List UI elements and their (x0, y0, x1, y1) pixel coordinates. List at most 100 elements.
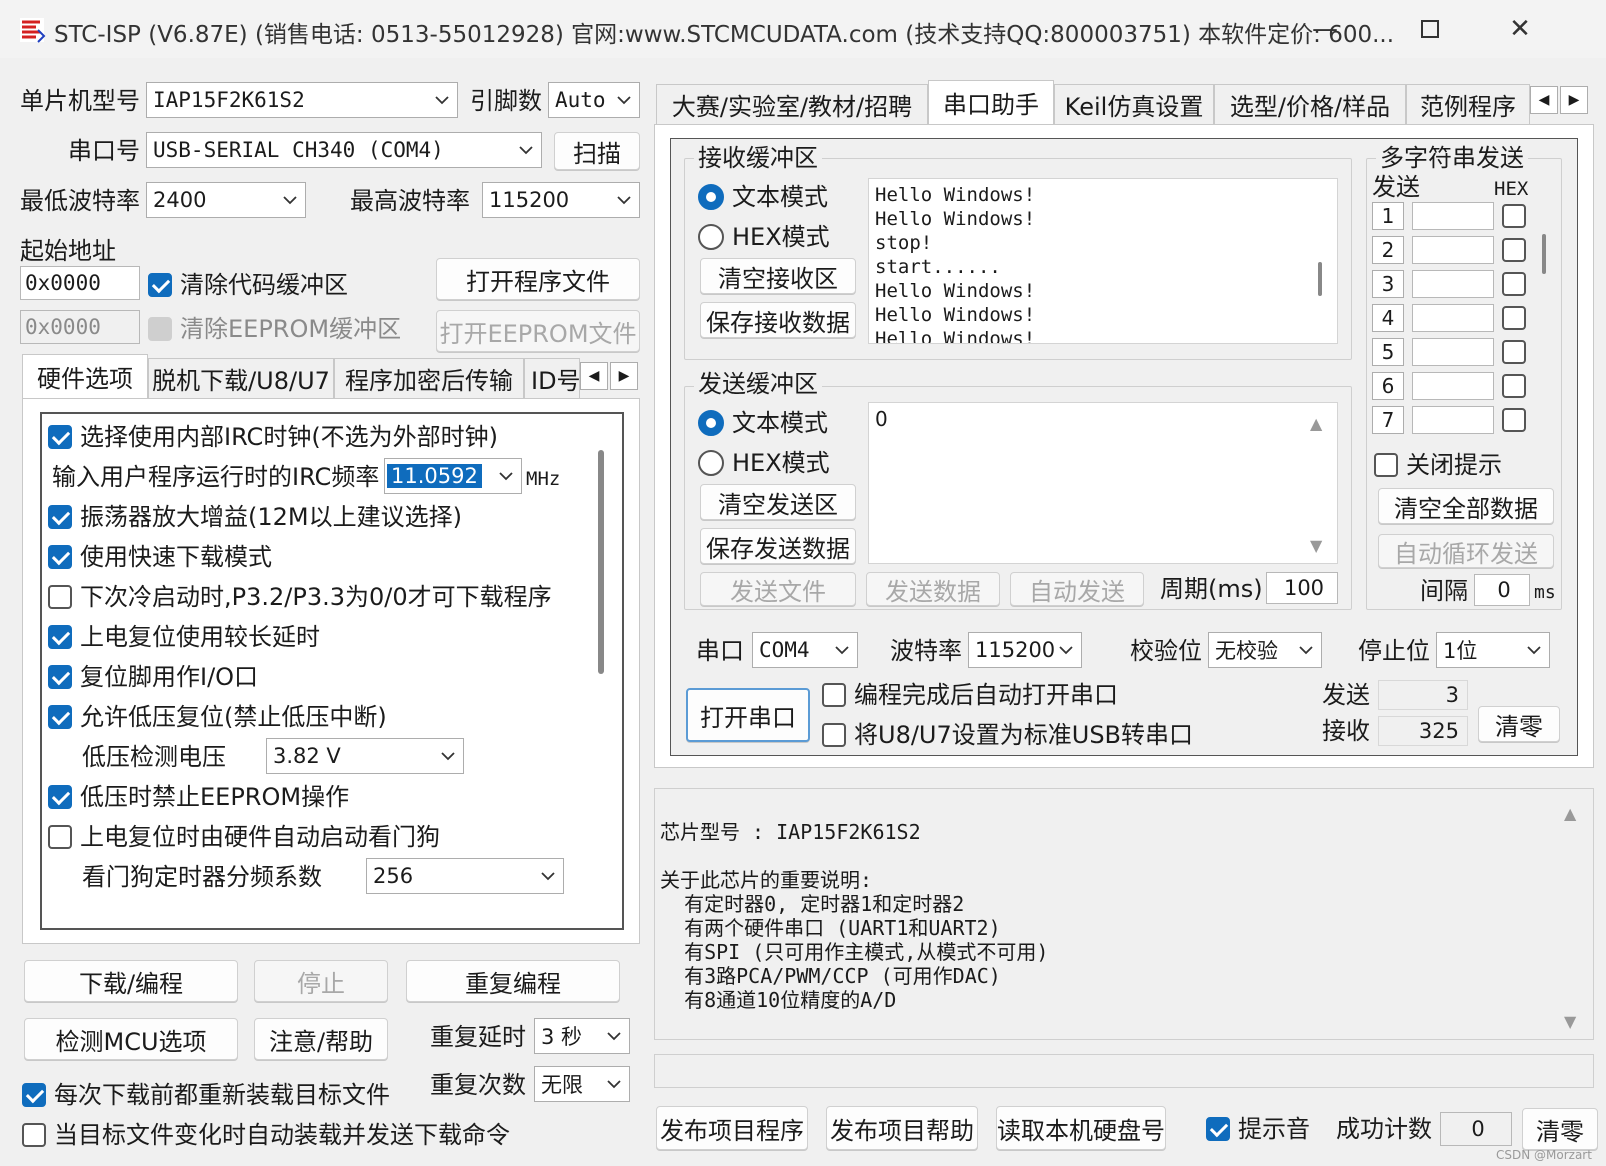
publish-help-button[interactable]: 发布项目帮助 (826, 1106, 978, 1150)
serial-baud-select[interactable]: 115200 (968, 632, 1082, 668)
multi-send-row-button[interactable]: 3 (1372, 270, 1404, 298)
opt-irc-checkbox[interactable] (48, 425, 72, 449)
tab-keil[interactable]: Keil仿真设置 (1054, 84, 1214, 124)
period-input[interactable]: 100 (1266, 572, 1338, 604)
read-disk-button[interactable]: 读取本机硬盘号 (996, 1106, 1166, 1150)
min-baud-select[interactable]: 2400 (146, 182, 306, 218)
tab-offline[interactable]: 脱机下载/U8/U7 (148, 358, 334, 398)
multi-send-row-button[interactable]: 5 (1372, 338, 1404, 366)
tab-examples[interactable]: 范例程序 (1406, 84, 1530, 124)
tab-encrypt[interactable]: 程序加密后传输 (334, 358, 524, 398)
scroll-up-icon[interactable]: ▲ (1310, 414, 1322, 433)
save-send-button[interactable]: 保存发送数据 (700, 528, 856, 564)
multi-scrollbar[interactable] (1542, 234, 1546, 274)
right-tab-right-arrow-icon[interactable]: ▶ (1560, 86, 1588, 114)
close-icon[interactable]: ✕ (1495, 8, 1545, 50)
recv-hex-radio[interactable] (698, 224, 724, 250)
multi-send-input[interactable] (1412, 202, 1494, 230)
opt-resetio-checkbox[interactable] (48, 665, 72, 689)
port-select[interactable]: USB-SERIAL CH340 (COM4) (146, 132, 542, 168)
multi-hex-checkbox[interactable] (1502, 238, 1526, 262)
multi-send-input[interactable] (1412, 338, 1494, 366)
auto-load-checkbox[interactable] (22, 1123, 46, 1147)
opt-fast-checkbox[interactable] (48, 545, 72, 569)
opt-wdt-checkbox[interactable] (48, 825, 72, 849)
lv-select[interactable]: 3.82 V (266, 738, 464, 774)
pin-select[interactable]: Auto (548, 82, 640, 118)
opt-delay-checkbox[interactable] (48, 625, 72, 649)
stopbit-select[interactable]: 1位 (1436, 632, 1550, 668)
multi-send-input[interactable] (1412, 406, 1494, 434)
multi-send-input[interactable] (1412, 236, 1494, 264)
tab-right-arrow-icon[interactable]: ▶ (610, 362, 638, 390)
opt-lveeprom-checkbox[interactable] (48, 785, 72, 809)
publish-program-button[interactable]: 发布项目程序 (656, 1106, 808, 1150)
multi-send-row-button[interactable]: 7 (1372, 406, 1404, 434)
multi-send-input[interactable] (1412, 304, 1494, 332)
multi-hex-checkbox[interactable] (1502, 408, 1526, 432)
multi-send-row-button[interactable]: 2 (1372, 236, 1404, 264)
save-recv-button[interactable]: 保存接收数据 (700, 302, 856, 338)
clear-all-button[interactable]: 清空全部数据 (1378, 488, 1554, 524)
multi-send-row-button[interactable]: 4 (1372, 304, 1404, 332)
minimize-icon[interactable]: — (1300, 8, 1350, 50)
scan-button[interactable]: 扫描 (554, 132, 640, 170)
send-hex-radio[interactable] (698, 450, 724, 476)
tab-selection[interactable]: 选型/价格/样品 (1214, 84, 1406, 124)
reload-checkbox[interactable] (22, 1083, 46, 1107)
clear-send-button[interactable]: 清空发送区 (700, 484, 856, 520)
info-scroll-down-icon[interactable]: ▼ (1564, 1012, 1576, 1031)
multi-hex-checkbox[interactable] (1502, 272, 1526, 296)
help-button[interactable]: 注意/帮助 (254, 1018, 388, 1060)
close-tip-checkbox[interactable] (1374, 453, 1398, 477)
clear-count-button[interactable]: 清零 (1478, 706, 1560, 742)
multi-send-input[interactable] (1412, 372, 1494, 400)
opt-coldboot-checkbox[interactable] (48, 585, 72, 609)
opt-gain-checkbox[interactable] (48, 505, 72, 529)
success-clear-button[interactable]: 清零 (1522, 1108, 1598, 1150)
recv-text-radio[interactable] (698, 184, 724, 210)
multi-hex-checkbox[interactable] (1502, 306, 1526, 330)
right-tab-left-arrow-icon[interactable]: ◀ (1530, 86, 1558, 114)
tab-left-arrow-icon[interactable]: ◀ (580, 362, 608, 390)
send-textarea[interactable]: 0 (868, 402, 1338, 564)
scroll-down-icon[interactable]: ▼ (1310, 536, 1322, 555)
multi-send-input[interactable] (1412, 270, 1494, 298)
info-scroll-up-icon[interactable]: ▲ (1564, 804, 1576, 823)
sound-checkbox[interactable] (1206, 1117, 1230, 1141)
recv-scrollbar[interactable] (1318, 262, 1322, 296)
multi-hex-checkbox[interactable] (1502, 204, 1526, 228)
options-scrollbar[interactable] (598, 450, 604, 674)
multi-hex-checkbox[interactable] (1502, 374, 1526, 398)
mcu-select[interactable]: IAP15F2K61S2 (146, 82, 458, 118)
parity-select[interactable]: 无校验 (1208, 632, 1322, 668)
tab-serial-assistant[interactable]: 串口助手 (928, 80, 1054, 124)
reprogram-button[interactable]: 重复编程 (406, 960, 620, 1002)
interval-input[interactable]: 0 (1474, 574, 1530, 606)
open-program-button[interactable]: 打开程序文件 (436, 258, 640, 300)
opt-lvreset-checkbox[interactable] (48, 705, 72, 729)
irc-freq-select[interactable]: 11.0592 (384, 458, 522, 494)
clear-recv-button[interactable]: 清空接收区 (700, 258, 856, 294)
wdt-select[interactable]: 256 (366, 858, 564, 894)
download-button[interactable]: 下载/编程 (24, 960, 238, 1002)
recv-textarea[interactable]: Hello Windows! Hello Windows! stop! star… (868, 178, 1338, 344)
send-text-radio[interactable] (698, 410, 724, 436)
open-serial-button[interactable]: 打开串口 (686, 688, 810, 742)
multi-send-row-button[interactable]: 1 (1372, 202, 1404, 230)
repeat-count-select[interactable]: 无限 (534, 1066, 630, 1102)
tab-hardware[interactable]: 硬件选项 (22, 354, 148, 398)
multi-send-row-button[interactable]: 6 (1372, 372, 1404, 400)
multi-hex-checkbox[interactable] (1502, 340, 1526, 364)
tab-id[interactable]: ID号 (524, 358, 580, 398)
repeat-delay-select[interactable]: 3 秒 (534, 1018, 630, 1054)
maximize-icon[interactable] (1405, 8, 1455, 50)
auto-open-checkbox[interactable] (822, 683, 846, 707)
start-addr-input[interactable]: 0x0000 (20, 266, 140, 300)
serial-port-select[interactable]: COM4 (752, 632, 858, 668)
tab-contest[interactable]: 大赛/实验室/教材/招聘 (656, 84, 928, 124)
clear-code-checkbox[interactable] (148, 273, 172, 297)
max-baud-select[interactable]: 115200 (482, 182, 640, 218)
detect-mcu-button[interactable]: 检测MCU选项 (24, 1018, 238, 1060)
usb-set-checkbox[interactable] (822, 723, 846, 747)
